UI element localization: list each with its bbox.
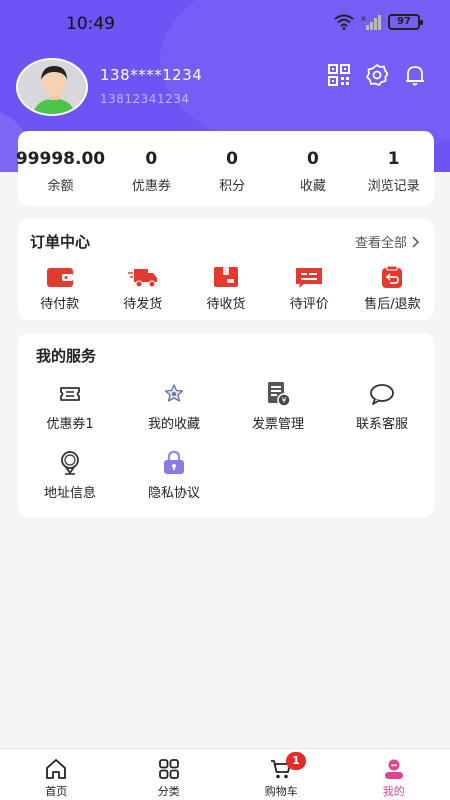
home-icon bbox=[46, 759, 67, 779]
svg-text:¥: ¥ bbox=[281, 396, 286, 405]
service-address[interactable]: 地址信息 bbox=[18, 450, 122, 501]
star-icon bbox=[164, 384, 184, 402]
order-status-row: 待付款 待发货 待收货 待评价 售后/退款 bbox=[18, 265, 434, 312]
stat-coupons[interactable]: 0 优惠券 bbox=[111, 149, 192, 206]
account-stats-card: 99998.00 余额 0 优惠券 0 积分 0 收藏 1 浏览记录 bbox=[16, 131, 434, 206]
stat-label: 收藏 bbox=[299, 179, 326, 194]
stat-label: 优惠券 bbox=[131, 179, 171, 194]
stat-points[interactable]: 0 积分 bbox=[192, 149, 273, 206]
phone-number-masked: 138****1234 bbox=[100, 66, 203, 84]
tab-label: 首页 bbox=[45, 785, 68, 798]
stat-value: 0 bbox=[306, 149, 319, 169]
package-icon bbox=[214, 267, 238, 287]
refund-icon bbox=[382, 265, 403, 288]
order-pending-payment[interactable]: 待付款 bbox=[18, 265, 101, 312]
status-bar: 10:49 × 97 bbox=[0, 0, 450, 46]
stat-value: 0 bbox=[145, 149, 158, 169]
view-all-orders-link[interactable]: 查看全部 bbox=[355, 232, 420, 251]
service-label: 地址信息 bbox=[43, 486, 96, 501]
chat-icon bbox=[370, 384, 394, 405]
service-label: 联系客服 bbox=[355, 417, 408, 432]
order-label: 售后/退款 bbox=[364, 297, 421, 312]
stat-value: 0 bbox=[226, 149, 239, 169]
stat-value: 99998.00 bbox=[15, 149, 106, 169]
chevron-right-icon bbox=[412, 235, 420, 248]
invoice-icon: ¥ bbox=[268, 382, 291, 407]
tab-home[interactable]: 首页 bbox=[0, 749, 113, 800]
status-icons: × 97 bbox=[334, 14, 423, 30]
status-time: 10:49 bbox=[66, 14, 115, 34]
tab-cart[interactable]: 购物车 bbox=[225, 749, 338, 800]
battery-indicator: 97 bbox=[388, 14, 423, 30]
order-pending-shipment[interactable]: 待发货 bbox=[101, 265, 184, 312]
order-label: 待评价 bbox=[289, 297, 329, 312]
service-label: 优惠券1 bbox=[46, 417, 94, 432]
stat-value: 1 bbox=[387, 149, 400, 169]
order-pending-review[interactable]: 待评价 bbox=[268, 265, 351, 312]
tab-category[interactable]: 分类 bbox=[113, 749, 226, 800]
order-center-card: 订单中心 查看全部 待付款 待发货 待收货 待评价 售后/退款 bbox=[18, 219, 434, 320]
phone-number: 13812341234 bbox=[100, 92, 190, 106]
service-favorites[interactable]: 我的收藏 bbox=[122, 381, 226, 432]
stat-label: 积分 bbox=[219, 179, 246, 194]
tab-label: 我的 bbox=[382, 785, 405, 798]
bell-icon[interactable] bbox=[404, 64, 426, 86]
service-label: 隐私协议 bbox=[147, 486, 200, 501]
coupon-icon bbox=[60, 387, 80, 401]
service-coupon[interactable]: 优惠券1 bbox=[18, 381, 122, 432]
review-icon bbox=[296, 268, 323, 288]
my-services-card: 我的服务 优惠券1 我的收藏 ¥ 发票管理 联系客服 地址信息 隐私协议 bbox=[18, 333, 434, 517]
cart-count-badge: 1 bbox=[286, 752, 306, 770]
view-all-label: 查看全部 bbox=[354, 236, 407, 251]
stat-label: 浏览记录 bbox=[367, 179, 420, 194]
qr-code-icon[interactable] bbox=[328, 64, 350, 86]
avatar[interactable] bbox=[16, 58, 88, 116]
stat-label: 余额 bbox=[47, 179, 74, 194]
order-label: 待发货 bbox=[123, 297, 163, 312]
bottom-tab-bar: 首页 分类 购物车 我的 bbox=[0, 748, 450, 800]
service-invoice[interactable]: ¥ 发票管理 bbox=[226, 381, 330, 432]
order-label: 待付款 bbox=[40, 297, 80, 312]
header-actions bbox=[328, 64, 426, 86]
settings-icon[interactable] bbox=[366, 64, 388, 86]
stat-favorites[interactable]: 0 收藏 bbox=[272, 149, 353, 206]
service-privacy-policy[interactable]: 隐私协议 bbox=[122, 450, 226, 501]
tab-label: 分类 bbox=[157, 785, 180, 798]
order-center-title: 订单中心 bbox=[30, 233, 91, 251]
stat-history[interactable]: 1 浏览记录 bbox=[353, 149, 434, 206]
lock-icon bbox=[164, 450, 184, 474]
wifi-icon bbox=[334, 14, 354, 30]
profile-icon bbox=[384, 759, 403, 779]
order-pending-receipt[interactable]: 待收货 bbox=[184, 265, 267, 312]
services-title: 我的服务 bbox=[36, 347, 97, 365]
svg-text:×: × bbox=[360, 14, 367, 23]
order-label: 待收货 bbox=[206, 297, 246, 312]
category-icon bbox=[158, 759, 179, 779]
tab-label: 购物车 bbox=[264, 785, 298, 798]
order-after-sales[interactable]: 售后/退款 bbox=[351, 265, 434, 312]
signal-icon: × bbox=[360, 14, 381, 30]
truck-icon bbox=[127, 269, 157, 288]
service-label: 发票管理 bbox=[251, 417, 304, 432]
stat-balance[interactable]: 99998.00 余额 bbox=[10, 149, 111, 206]
tab-profile[interactable]: 我的 bbox=[338, 749, 450, 800]
wallet-icon bbox=[46, 268, 73, 287]
service-label: 我的收藏 bbox=[147, 417, 200, 432]
location-icon bbox=[61, 451, 79, 475]
services-grid: 优惠券1 我的收藏 ¥ 发票管理 联系客服 地址信息 隐私协议 bbox=[18, 381, 434, 501]
service-customer-support[interactable]: 联系客服 bbox=[330, 381, 434, 432]
